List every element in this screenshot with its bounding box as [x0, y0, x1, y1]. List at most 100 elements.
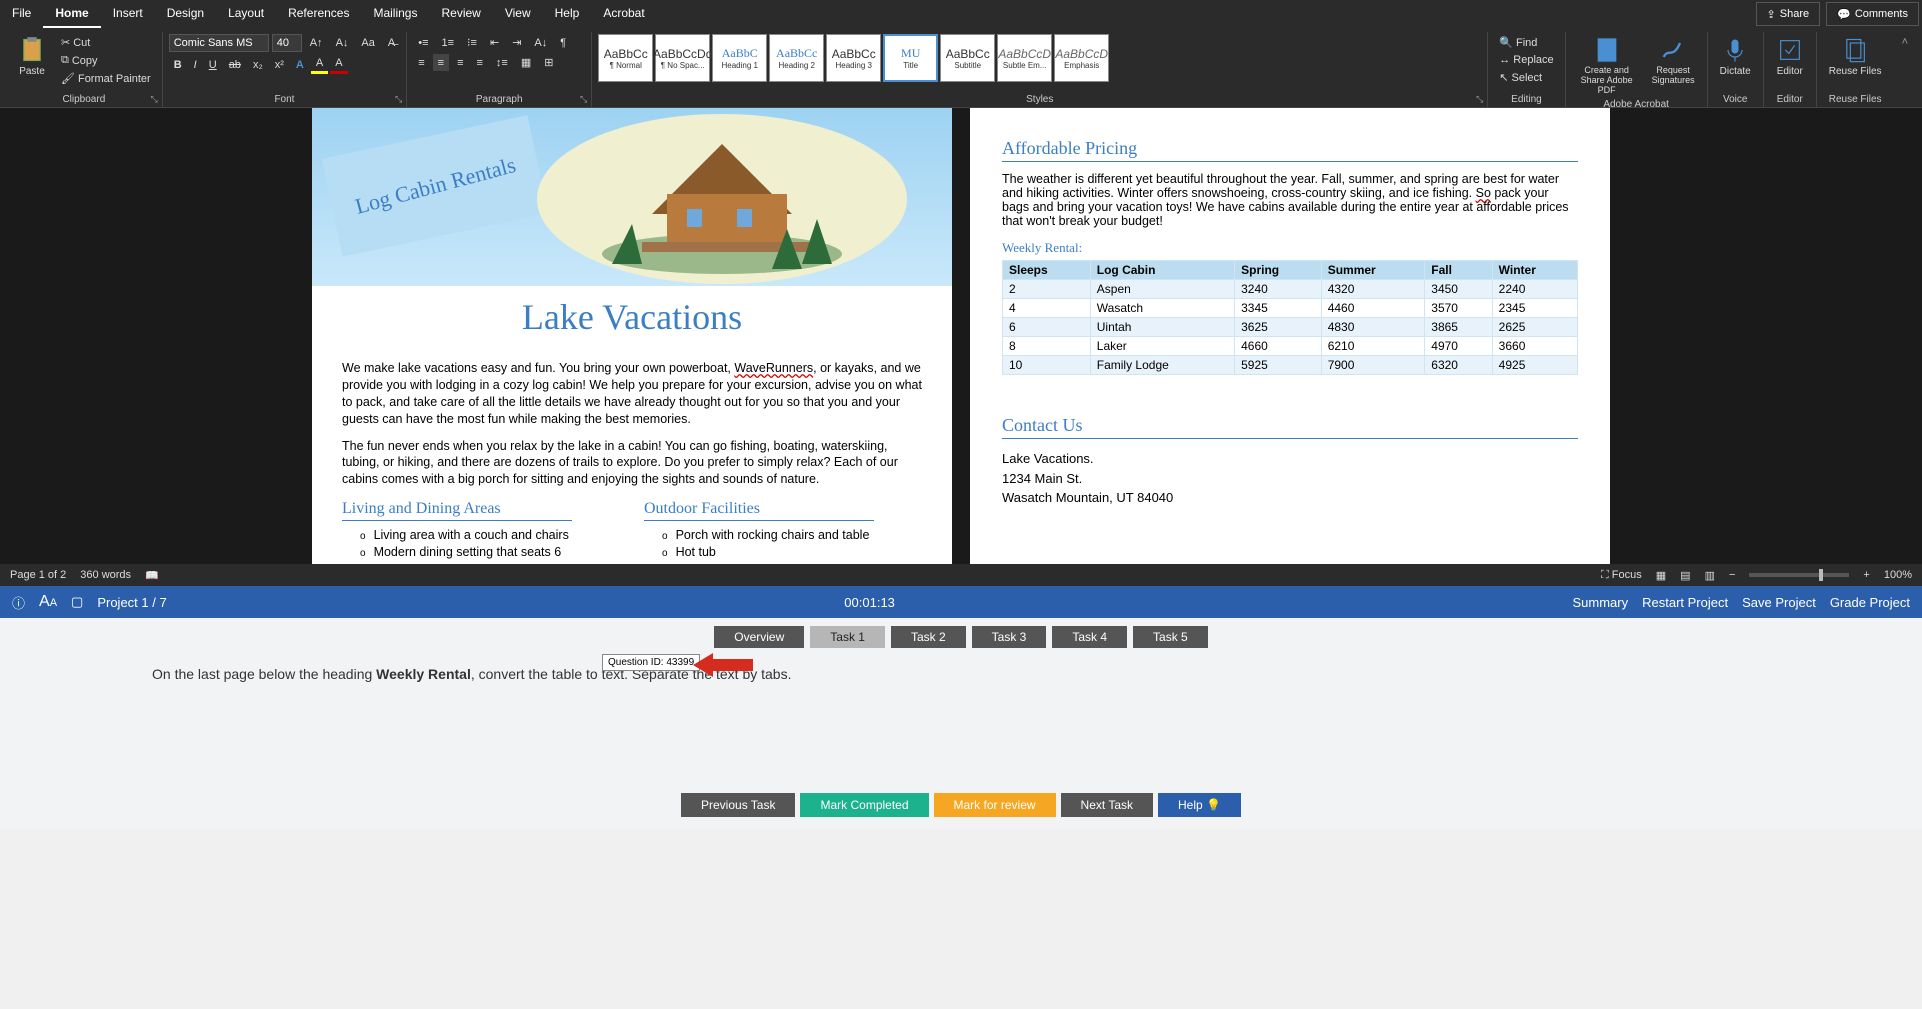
style-heading-1[interactable]: AaBbCHeading 1: [712, 34, 767, 82]
font-size-select[interactable]: [272, 34, 302, 52]
mark-completed-button[interactable]: Mark Completed: [800, 793, 928, 817]
pricing-table[interactable]: SleepsLog CabinSpringSummerFallWinter2As…: [1002, 260, 1578, 375]
style-subtitle[interactable]: AaBbCcSubtitle: [940, 34, 995, 82]
heading-contact[interactable]: Contact Us: [1002, 415, 1578, 439]
line-spacing-button[interactable]: ↕≡: [491, 54, 513, 71]
menu-view[interactable]: View: [493, 0, 543, 28]
tab-overview[interactable]: Overview: [714, 626, 804, 648]
doc-para2[interactable]: The fun never ends when you relax by the…: [342, 438, 922, 489]
menu-home[interactable]: Home: [43, 0, 100, 28]
comments-button[interactable]: 💬Comments: [1826, 2, 1919, 26]
next-task-button[interactable]: Next Task: [1061, 793, 1153, 817]
style-title[interactable]: MUTitle: [883, 34, 938, 82]
status-page[interactable]: Page 1 of 2: [10, 569, 66, 581]
style--normal[interactable]: AaBbCc¶ Normal: [598, 34, 653, 82]
style-emphasis[interactable]: AaBbCcDEmphasis: [1054, 34, 1109, 82]
paste-button[interactable]: Paste: [12, 34, 52, 79]
zoom-slider[interactable]: [1749, 573, 1849, 577]
menu-references[interactable]: References: [276, 0, 361, 28]
contact-line[interactable]: 1234 Main St.: [1002, 469, 1578, 489]
align-right-button[interactable]: ≡: [452, 54, 468, 71]
clipboard-launcher[interactable]: ⤡: [151, 94, 158, 105]
heading-outdoor[interactable]: Outdoor Facilities: [644, 498, 874, 521]
replace-button[interactable]: ↔Replace: [1494, 52, 1558, 68]
tab-task-5[interactable]: Task 5: [1133, 626, 1208, 648]
subscript-button[interactable]: x₂: [248, 57, 268, 73]
heading-pricing[interactable]: Affordable Pricing: [1002, 138, 1578, 162]
clear-format-button[interactable]: A̶: [383, 35, 400, 51]
read-mode-button[interactable]: ▦: [1656, 569, 1666, 582]
menu-layout[interactable]: Layout: [216, 0, 276, 28]
shrink-font-button[interactable]: A↓: [331, 35, 354, 51]
styles-launcher[interactable]: ⤡: [1476, 94, 1483, 105]
font-launcher[interactable]: ⤡: [395, 94, 402, 105]
decrease-indent-button[interactable]: ⇤: [485, 34, 504, 51]
menu-file[interactable]: File: [0, 0, 43, 28]
table-row[interactable]: 4Wasatch3345446035702345: [1003, 299, 1578, 318]
superscript-button[interactable]: x²: [270, 57, 289, 73]
focus-mode-button[interactable]: ⛶ Focus: [1601, 569, 1642, 582]
reuse-button[interactable]: Reuse Files: [1823, 34, 1888, 79]
increase-indent-button[interactable]: ⇥: [507, 34, 526, 51]
spellcheck-so[interactable]: So: [1476, 186, 1491, 200]
menu-help[interactable]: Help: [543, 0, 592, 28]
table-header[interactable]: Fall: [1425, 261, 1492, 280]
align-left-button[interactable]: ≡: [413, 54, 429, 71]
page-2[interactable]: Affordable Pricing The weather is differ…: [970, 108, 1610, 564]
shading-button[interactable]: ▦: [516, 54, 536, 71]
italic-button[interactable]: I: [189, 57, 202, 73]
select-button[interactable]: ↖Select: [1494, 69, 1547, 86]
tab-task-4[interactable]: Task 4: [1052, 626, 1127, 648]
show-marks-button[interactable]: ¶: [555, 34, 571, 51]
list-item[interactable]: Porch with rocking chairs and table: [662, 527, 922, 544]
borders-button[interactable]: ⊞: [539, 54, 558, 71]
cut-button[interactable]: ✂Cut: [56, 34, 156, 51]
paragraph-launcher[interactable]: ⤡: [580, 94, 587, 105]
doc-para1[interactable]: We make lake vacations easy and fun. You…: [342, 360, 922, 428]
collapse-ribbon-button[interactable]: ˄: [1894, 32, 1916, 107]
tab-task-3[interactable]: Task 3: [972, 626, 1047, 648]
menu-design[interactable]: Design: [155, 0, 216, 28]
web-layout-button[interactable]: ▥: [1705, 569, 1715, 582]
zoom-value[interactable]: 100%: [1884, 569, 1912, 581]
list-item[interactable]: Modern dining setting that seats 6: [360, 544, 620, 561]
table-row[interactable]: 2Aspen3240432034502240: [1003, 280, 1578, 299]
text-effects-button[interactable]: A: [291, 57, 309, 73]
table-row[interactable]: 10Family Lodge5925790063204925: [1003, 356, 1578, 375]
dictate-button[interactable]: Dictate: [1714, 34, 1757, 79]
contact-line[interactable]: Lake Vacations.: [1002, 449, 1578, 469]
justify-button[interactable]: ≡: [471, 54, 487, 71]
style-heading-3[interactable]: AaBbCcHeading 3: [826, 34, 881, 82]
grade-project-link[interactable]: Grade Project: [1830, 595, 1910, 610]
menu-insert[interactable]: Insert: [101, 0, 155, 28]
summary-link[interactable]: Summary: [1573, 595, 1629, 610]
table-header[interactable]: Summer: [1321, 261, 1425, 280]
zoom-out-button[interactable]: −: [1729, 569, 1735, 581]
living-list[interactable]: Living area with a couch and chairsModer…: [342, 527, 620, 561]
numbering-button[interactable]: 1≡: [437, 34, 460, 51]
spellcheck-icon[interactable]: 📖: [145, 569, 159, 582]
pricing-para[interactable]: The weather is different yet beautiful t…: [1002, 172, 1578, 228]
print-layout-button[interactable]: ▤: [1680, 569, 1690, 582]
list-item[interactable]: Hot tub: [662, 544, 922, 561]
restart-project-link[interactable]: Restart Project: [1642, 595, 1728, 610]
heading-living[interactable]: Living and Dining Areas: [342, 498, 572, 521]
font-color-button[interactable]: A: [330, 55, 347, 74]
spellcheck-waverunners[interactable]: WaveRunners: [734, 361, 813, 375]
table-row[interactable]: 8Laker4660621049703660: [1003, 337, 1578, 356]
status-words[interactable]: 360 words: [80, 569, 131, 581]
format-painter-button[interactable]: 🖌Format Painter: [56, 70, 156, 87]
styles-gallery[interactable]: AaBbCc¶ NormalAaBbCcDd¶ No Spac...AaBbCH…: [598, 34, 1481, 93]
change-case-button[interactable]: Aa: [356, 35, 379, 51]
document-area[interactable]: Log Cabin Rentals Lake Vacations We make…: [0, 108, 1922, 564]
highlight-button[interactable]: A: [311, 55, 328, 74]
tab-task-1[interactable]: Task 1: [810, 626, 885, 648]
table-header[interactable]: Sleeps: [1003, 261, 1091, 280]
tab-task-2[interactable]: Task 2: [891, 626, 966, 648]
previous-task-button[interactable]: Previous Task: [681, 793, 795, 817]
save-project-link[interactable]: Save Project: [1742, 595, 1816, 610]
list-item[interactable]: Living area with a couch and chairs: [360, 527, 620, 544]
menu-acrobat[interactable]: Acrobat: [591, 0, 656, 28]
table-row[interactable]: 6Uintah3625483038652625: [1003, 318, 1578, 337]
outdoor-list[interactable]: Porch with rocking chairs and tableHot t…: [644, 527, 922, 561]
